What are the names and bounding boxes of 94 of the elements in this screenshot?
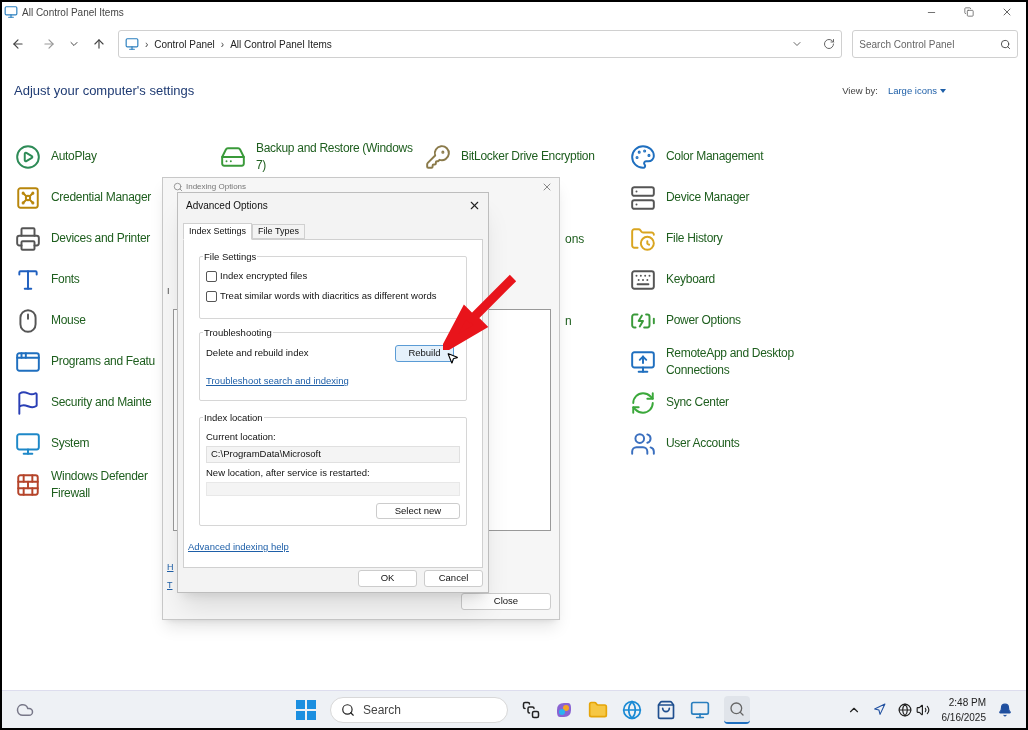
field-label: Current location:: [206, 430, 277, 444]
group-title: Troubleshooting: [203, 326, 273, 341]
control-panel-link[interactable]: BitLocker Drive Encryption: [461, 148, 595, 165]
printer-icon[interactable]: [15, 225, 41, 252]
control-panel-link[interactable]: Sync Center: [666, 394, 729, 411]
refresh-icon[interactable]: [823, 38, 836, 50]
address-bar[interactable]: › Control Panel › All Control Panel Items: [117, 30, 843, 58]
key-icon[interactable]: [425, 143, 451, 170]
dialog-button[interactable]: OK: [358, 570, 417, 587]
search-field[interactable]: Search Control Panel: [852, 30, 1018, 58]
speaker-icon[interactable]: [915, 702, 930, 717]
checkbox[interactable]: [206, 270, 217, 282]
palette-icon[interactable]: [630, 143, 656, 170]
dialog-title: Indexing Options: [186, 181, 247, 193]
taskbar-search-field[interactable]: Search: [330, 696, 508, 723]
clock-time[interactable]: 2:48 PM: [948, 694, 986, 710]
globe-icon[interactable]: [897, 702, 912, 717]
link[interactable]: T: [167, 579, 173, 593]
dialog-button[interactable]: Cancel: [424, 570, 483, 587]
device-icon[interactable]: [630, 184, 656, 211]
link[interactable]: H: [167, 561, 174, 575]
control-panel-link[interactable]: File History: [666, 230, 723, 247]
help-link[interactable]: Advanced indexing help: [188, 540, 289, 555]
sync-icon[interactable]: [630, 389, 656, 416]
item-label[interactable]: n: [565, 311, 572, 330]
control-panel-link[interactable]: Device Manager: [666, 189, 750, 206]
annotation-arrow-icon: [443, 274, 517, 350]
magnifier-icon: [173, 182, 183, 192]
control-panel-link[interactable]: Credential Manager: [51, 189, 151, 206]
mouse-cursor-icon: [446, 350, 459, 366]
brick-wall-icon[interactable]: [15, 471, 41, 498]
control-panel-link[interactable]: Windows Defender Firewall: [51, 467, 163, 502]
close-icon: [1001, 6, 1013, 18]
cut-label: I: [167, 285, 170, 298]
monitor-icon[interactable]: [15, 430, 41, 457]
start-icon[interactable]: [296, 699, 316, 720]
page-heading: Adjust your computer's settings: [14, 82, 195, 101]
browser-icon[interactable]: [622, 699, 642, 720]
dialog-title: Advanced Options: [186, 198, 268, 213]
play-icon[interactable]: [15, 143, 41, 170]
rebuild-label: Delete and rebuild index: [206, 346, 309, 361]
safe-icon[interactable]: [15, 184, 41, 211]
close-dialog-button[interactable]: Close: [461, 593, 551, 610]
users-icon[interactable]: [630, 430, 656, 457]
task-view-icon[interactable]: [522, 700, 540, 719]
item-label[interactable]: ons: [565, 229, 585, 248]
tab[interactable]: Index Settings: [183, 223, 253, 240]
control-panel-link[interactable]: Keyboard: [666, 271, 715, 288]
back-icon[interactable]: [11, 37, 25, 51]
rebuild-button[interactable]: Rebuild: [395, 345, 454, 362]
current-location-field: C:\ProgramData\Microsoft: [206, 446, 460, 463]
search-icon: [1000, 38, 1011, 50]
tab[interactable]: File Types: [252, 224, 305, 239]
flag-icon[interactable]: [15, 389, 41, 416]
checkbox-label: Treat similar words with diacritics as different words: [220, 289, 437, 304]
select-new-button[interactable]: Select new: [376, 502, 460, 519]
control-panel-link[interactable]: Devices and Printer: [51, 230, 150, 247]
view-by-dropdown[interactable]: Large icons: [887, 83, 946, 99]
window-title: All Control Panel Items: [22, 5, 124, 20]
control-panel-link[interactable]: Security and Mainte: [51, 394, 152, 411]
control-panel-link[interactable]: Color Management: [666, 148, 764, 165]
control-panel-link[interactable]: User Accounts: [666, 435, 740, 452]
control-panel-link[interactable]: Mouse: [51, 312, 86, 329]
breadcrumb-separator: ›: [144, 37, 149, 52]
control-panel-icon[interactable]: [690, 699, 710, 720]
group-title: File Settings: [203, 250, 258, 265]
breadcrumb-separator: ›: [220, 37, 225, 52]
control-panel-link[interactable]: AutoPlay: [51, 148, 97, 165]
notification-bell-icon[interactable]: [998, 702, 1012, 717]
view-by-label: View by:: [842, 83, 878, 98]
clock-date[interactable]: 6/16/2025: [941, 709, 986, 725]
search-icon: [729, 700, 745, 717]
field-label: New location, after service is restarted:: [206, 465, 371, 480]
forward-icon[interactable]: [41, 37, 56, 51]
checkbox-label: Index encrypted files: [220, 269, 308, 283]
troubleshoot-link[interactable]: Troubleshoot search and indexing: [206, 374, 349, 389]
control-panel-icon: [4, 5, 18, 19]
remote-monitor-icon[interactable]: [630, 348, 656, 375]
restore-icon: [964, 7, 974, 17]
control-panel-link[interactable]: RemoteApp and Desktop Connections: [666, 344, 835, 379]
control-panel-link[interactable]: Power Options: [666, 312, 741, 329]
control-panel-link[interactable]: System: [51, 435, 90, 452]
search-icon: [341, 702, 355, 717]
location-icon[interactable]: [872, 703, 886, 716]
breadcrumb[interactable]: Control Panel: [154, 36, 215, 52]
checkbox[interactable]: [206, 290, 217, 302]
control-panel-link[interactable]: Backup and Restore (Windows 7): [256, 139, 425, 174]
indexing-app-button[interactable]: [724, 695, 750, 724]
store-icon[interactable]: [656, 699, 676, 720]
control-panel-link[interactable]: Programs and Featu: [51, 353, 155, 370]
control-panel-icon: [124, 37, 139, 51]
up-icon[interactable]: [91, 37, 106, 51]
control-panel-link[interactable]: Fonts: [51, 271, 80, 288]
breadcrumb[interactable]: All Control Panel Items: [230, 36, 332, 52]
